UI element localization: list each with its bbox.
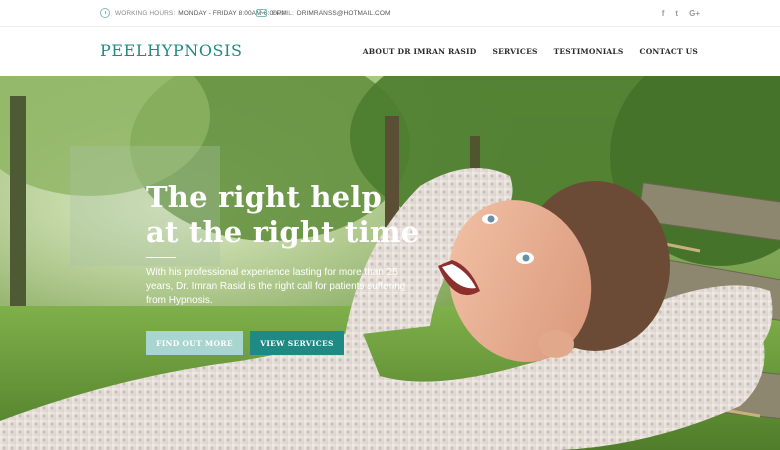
view-services-button[interactable]: VIEW SERVICES — [250, 331, 344, 355]
site-logo[interactable]: PEELHYPNOSIS — [100, 41, 243, 60]
working-hours-label: WORKING HOURS: — [115, 9, 176, 17]
social-links: f t G+ — [662, 0, 700, 26]
nav-testimonials[interactable]: TESTIMONIALS — [554, 47, 624, 56]
find-out-more-button[interactable]: FIND OUT MORE — [146, 331, 243, 355]
hero-description: With his professional experience lasting… — [146, 267, 406, 306]
hero-title: The right help at the right time — [146, 180, 419, 250]
hero-divider — [146, 257, 176, 258]
email-label: EMAIL: — [272, 9, 294, 17]
email-info: EMAIL: DRIMRANSS@HOTMAIL.COM — [256, 0, 391, 26]
email-value[interactable]: DRIMRANSS@HOTMAIL.COM — [297, 10, 391, 17]
main-nav: ABOUT DR IMRAN RASID SERVICES TESTIMONIA… — [363, 27, 698, 76]
hero-title-line2: at the right time — [146, 215, 420, 249]
facebook-icon[interactable]: f — [662, 9, 665, 18]
hero-title-line1: The right help — [146, 180, 382, 214]
nav-about[interactable]: ABOUT DR IMRAN RASID — [363, 47, 477, 56]
top-info-bar: WORKING HOURS: MONDAY - FRIDAY 8:00AM-6:… — [0, 0, 780, 27]
twitter-icon[interactable]: t — [675, 9, 678, 18]
main-header: PEELHYPNOSIS ABOUT DR IMRAN RASID SERVIC… — [0, 27, 780, 76]
mail-icon — [256, 9, 267, 17]
google-plus-icon[interactable]: G+ — [689, 9, 700, 18]
clock-icon — [100, 8, 110, 18]
nav-services[interactable]: SERVICES — [492, 47, 537, 56]
hero-background-image — [0, 76, 780, 450]
hero-section: The right help at the right time With hi… — [0, 76, 780, 450]
nav-contact[interactable]: CONTACT US — [640, 47, 698, 56]
